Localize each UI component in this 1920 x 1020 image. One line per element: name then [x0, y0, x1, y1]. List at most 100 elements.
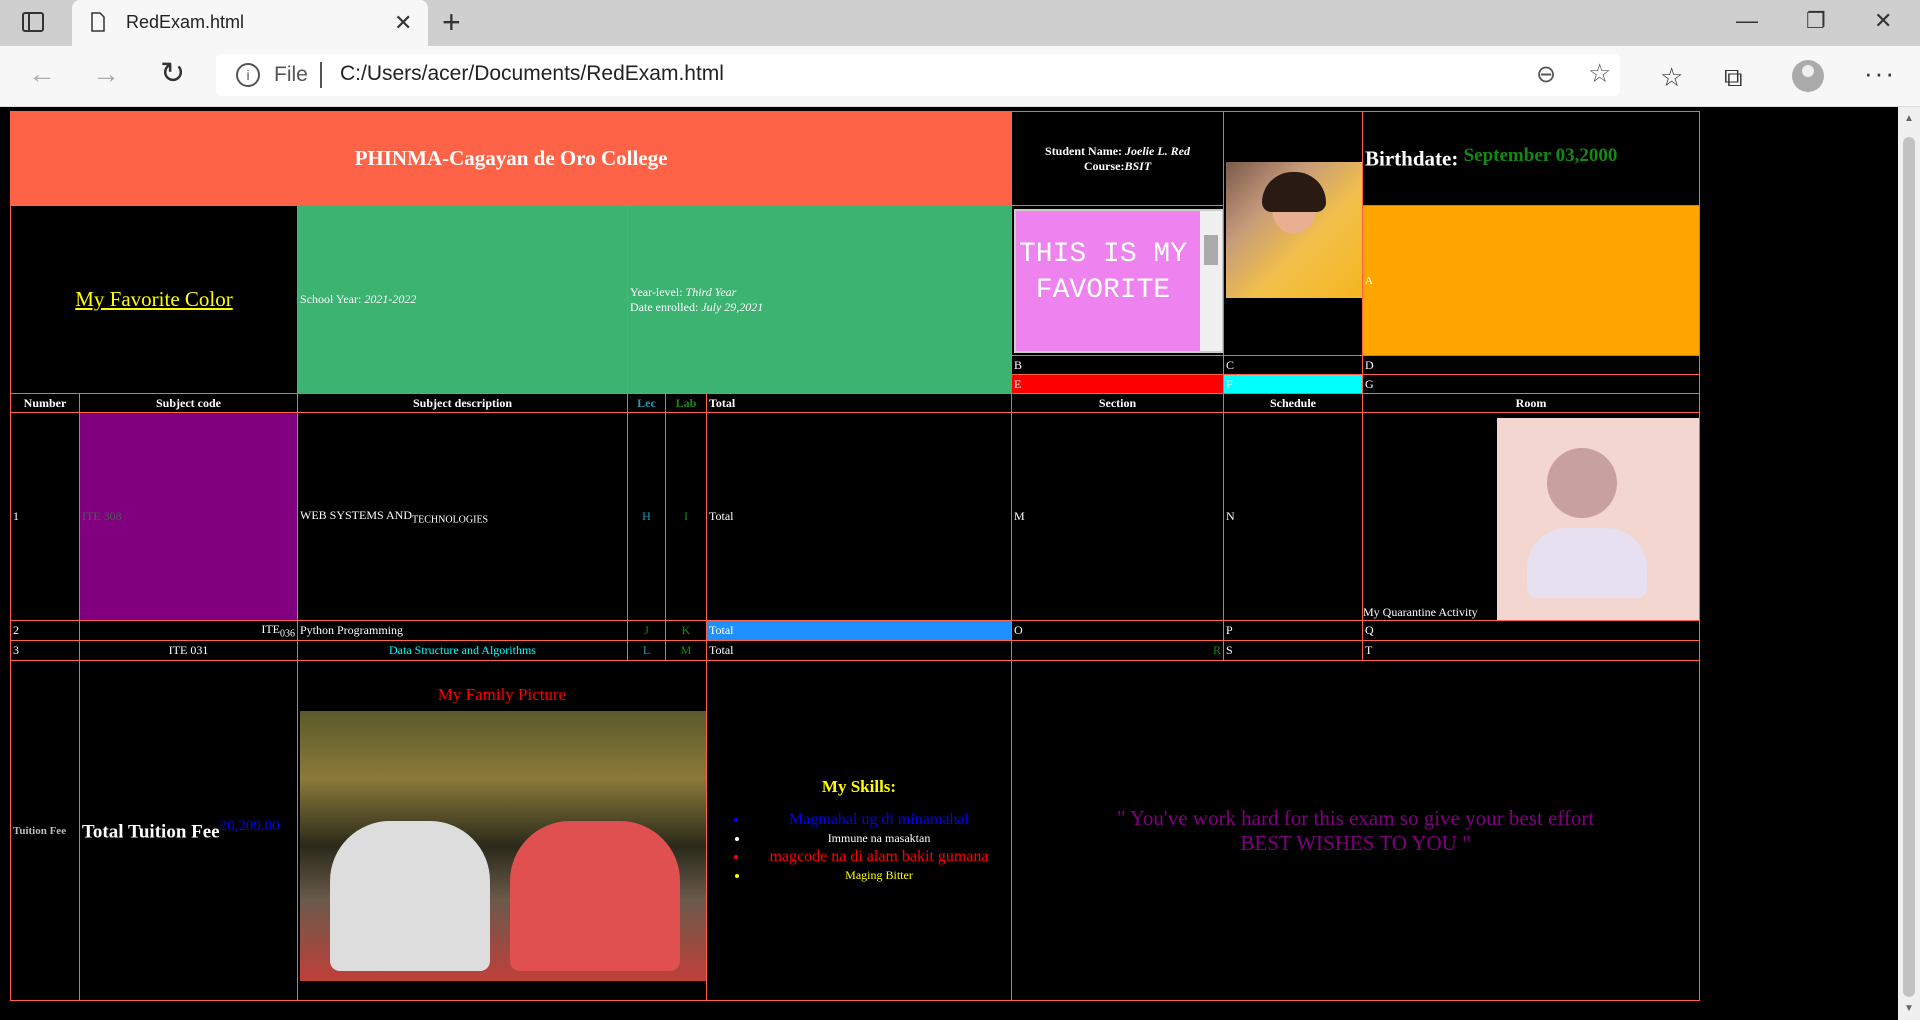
profile-avatar[interactable] [1792, 60, 1824, 92]
favorite-textarea[interactable]: THIS IS MY FAVORITE [1014, 208, 1223, 353]
row2-lec: J [627, 620, 666, 641]
photo-cell [1223, 111, 1364, 356]
address-bar[interactable]: i File C:/Users/acer/Documents/RedExam.h… [216, 54, 1620, 96]
row2-number: 2 [10, 620, 80, 641]
tab-strip: RedExam.html ✕ + — ❐ ✕ [0, 0, 1920, 46]
header-lec: Lec [627, 393, 666, 413]
row2-code-main: ITE [261, 621, 280, 636]
total-tuition-cell: Total Tuition Fee20,209.00 [79, 660, 298, 1001]
year-level: Third Year [685, 284, 737, 299]
marquee-text: THIS IS MY FAVORITE [1019, 238, 1188, 306]
page-scrollbar[interactable]: ▲ ▼ [1898, 107, 1920, 1020]
row1-total: Total [705, 412, 1013, 621]
exam-table: PHINMA-Cagayan de Oro College Student Na… [9, 111, 1701, 1001]
skill-item: magcode na di alam bakit gumana [749, 848, 1009, 866]
row2-room: Q [1362, 620, 1701, 641]
row1-number: 1 [10, 412, 80, 621]
scroll-down-icon[interactable]: ▼ [1904, 1003, 1914, 1014]
header-number: Number [10, 393, 80, 413]
more-menu-icon[interactable]: ··· [1864, 58, 1896, 89]
collections-icon[interactable]: ⧉ [1724, 62, 1743, 94]
cell-g: G [1362, 374, 1701, 394]
toolbar: ← → ↻ i File C:/Users/acer/Documents/Red… [0, 46, 1920, 107]
birthdate-cell: Birthdate: September 03,2000 [1362, 111, 1701, 206]
row1-lec: H [627, 412, 666, 621]
row1-desc-sub: TECHNOLOGIES [412, 514, 489, 526]
birthdate-value: September 03,2000 [1463, 145, 1618, 167]
quote-line1: " You've work hard for this exam so give… [1116, 805, 1595, 830]
year-level-label: Year-level: [630, 284, 683, 299]
tab-actions-icon[interactable] [22, 12, 44, 32]
row1-code: ITE 308 [79, 412, 298, 621]
header-subject-code: Subject code [79, 393, 298, 413]
student-name: Joelie L. Red [1125, 143, 1190, 158]
row2-section: O [1011, 620, 1225, 641]
cell-e: E [1011, 374, 1225, 394]
row1-lab: I [665, 412, 707, 621]
cell-c: C [1223, 355, 1364, 375]
textarea-scrollbar[interactable] [1200, 210, 1223, 351]
row1-desc-main: WEB SYSTEMS AND [300, 507, 413, 522]
address-separator [320, 62, 322, 88]
row3-total: Total [705, 640, 1013, 661]
row3-desc: Data Structure and Algorithms [297, 640, 628, 661]
tuition-fee-label: Tuition Fee [10, 660, 80, 1001]
quarantine-caption: My Quarantine Activity [1363, 605, 1478, 619]
family-picture [300, 711, 706, 981]
skills-title: My Skills: [821, 776, 897, 796]
college-header: PHINMA-Cagayan de Oro College [9, 111, 1013, 206]
new-tab-button[interactable]: + [442, 4, 461, 41]
row3-code: ITE 031 [79, 640, 298, 661]
scroll-up-icon[interactable]: ▲ [1904, 113, 1914, 124]
header-section: Section [1011, 393, 1225, 413]
reload-icon[interactable]: ↻ [160, 56, 185, 91]
student-name-label: Student Name: [1045, 143, 1123, 158]
row1-desc: WEB SYSTEMS ANDTECHNOLOGIES [297, 412, 628, 621]
date-enrolled-label: Date enrolled: [630, 299, 699, 314]
year-level-cell: Year-level: Third Year Date enrolled: Ju… [626, 205, 1013, 394]
row2-code-sub: 036 [280, 628, 295, 640]
zoom-out-icon[interactable]: ⊖ [1536, 60, 1556, 89]
cell-a: A [1362, 205, 1701, 356]
page-content: PHINMA-Cagayan de Oro College Student Na… [0, 107, 1920, 1020]
row3-section: R [1011, 640, 1225, 661]
row2-total: Total [705, 620, 1013, 641]
close-tab-icon[interactable]: ✕ [394, 10, 412, 36]
back-icon[interactable]: ← [28, 58, 56, 90]
date-enrolled: July 29,2021 [701, 299, 764, 314]
browser-chrome: RedExam.html ✕ + — ❐ ✕ ← → ↻ i File C:/U… [0, 0, 1920, 107]
cell-d: D [1362, 355, 1701, 375]
school-year: 2021-2022 [364, 292, 417, 306]
row2-code: ITE036 [79, 620, 298, 641]
favorite-color-link[interactable]: My Favorite Color [10, 205, 298, 394]
close-window-button[interactable]: ✕ [1874, 8, 1892, 34]
info-icon[interactable]: i [236, 63, 260, 87]
row2-schedule: P [1223, 620, 1364, 641]
family-picture-cell: My Family Picture [297, 660, 707, 1001]
row3-lec: L [627, 640, 666, 661]
header-subject-desc: Subject description [297, 393, 628, 413]
minimize-button[interactable]: — [1736, 8, 1758, 34]
forward-icon[interactable]: → [92, 58, 120, 90]
school-year-cell: School Year: 2021-2022 [297, 205, 628, 394]
row1-schedule: N [1223, 412, 1364, 621]
marquee-cell: THIS IS MY FAVORITE [1011, 205, 1225, 356]
student-info: Student Name: Joelie L. Red Course:BSIT [1011, 111, 1225, 206]
url-text[interactable]: C:/Users/acer/Documents/RedExam.html [340, 62, 724, 86]
course: BSIT [1124, 158, 1152, 173]
row3-lab: M [665, 640, 707, 661]
quote-cell: " You've work hard for this exam so give… [1011, 660, 1701, 1001]
scroll-thumb[interactable] [1903, 137, 1915, 997]
document-icon [91, 12, 105, 32]
header-schedule: Schedule [1223, 393, 1364, 413]
browser-tab[interactable]: RedExam.html ✕ [72, 0, 428, 46]
skills-cell: My Skills: Magmahal ug di minamahal Immu… [705, 660, 1013, 1001]
skills-list: Magmahal ug di minamahal Immune na masak… [709, 811, 1009, 883]
header-room: Room [1362, 393, 1701, 413]
maximize-button[interactable]: ❐ [1806, 8, 1826, 34]
school-year-label: School Year: [300, 292, 362, 306]
row3-room: T [1362, 640, 1701, 661]
favorites-icon[interactable]: ☆ [1660, 62, 1683, 93]
add-favorite-icon[interactable]: ☆ [1588, 58, 1611, 89]
row3-schedule: S [1223, 640, 1364, 661]
